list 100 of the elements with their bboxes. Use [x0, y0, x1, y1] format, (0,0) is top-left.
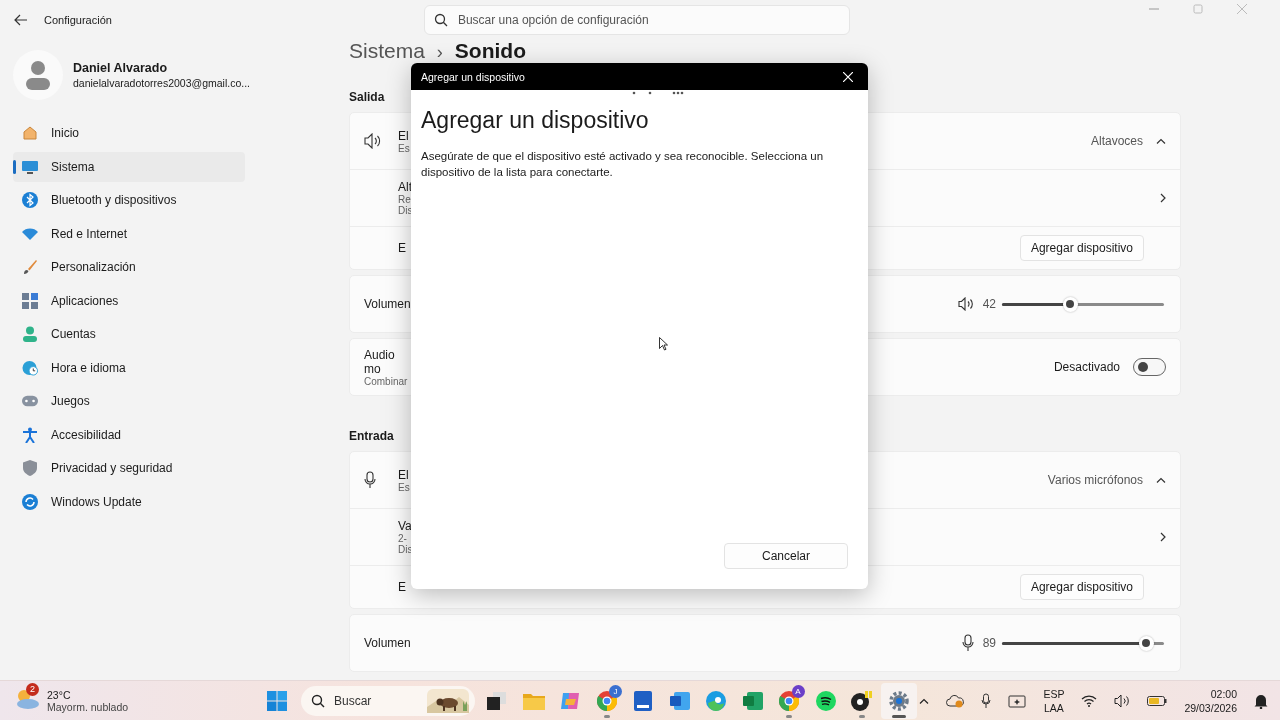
taskbar-app[interactable]: J: [588, 682, 625, 719]
profile-badge: J: [609, 684, 622, 698]
cancel-button[interactable]: Cancelar: [724, 543, 848, 569]
sidebar-item[interactable]: Red e Internet: [13, 218, 245, 249]
dialog-heading: Agregar un dispositivo: [421, 107, 650, 134]
sidebar-item[interactable]: Privacidad y seguridad: [13, 453, 245, 483]
setting-title: Audio mo: [364, 347, 396, 376]
setting-title: E: [398, 241, 407, 255]
settings-icon: [888, 690, 909, 711]
page-title: Sonido: [454, 40, 526, 62]
chevron-icon[interactable]: [1156, 138, 1166, 144]
setting-title: Volumen: [364, 297, 412, 311]
user-email: danielalvaradotorres2003@gmail.co...: [73, 77, 250, 89]
edge-icon: [706, 690, 727, 711]
sidebar-item[interactable]: Sistema: [13, 151, 245, 182]
monitor-icon: [22, 159, 38, 174]
notification-badge: 2: [26, 682, 39, 696]
chevron-icon[interactable]: [1156, 477, 1166, 483]
battery-icon[interactable]: [1147, 695, 1168, 706]
search-icon: [311, 693, 325, 708]
windows-start-icon[interactable]: [267, 690, 287, 711]
toggle-state: Desactivado: [1053, 360, 1120, 374]
section-heading: Entrada: [349, 429, 394, 443]
task-view-icon: [487, 691, 508, 710]
sidebar-item[interactable]: Personalización: [13, 252, 245, 282]
weather-description: Mayorm. nublado: [47, 700, 129, 713]
shield-icon: [22, 460, 38, 476]
sidebar-item[interactable]: Bluetooth y dispositivos: [13, 185, 245, 215]
device-name: Altavoces: [1090, 134, 1143, 148]
input-language[interactable]: ESP LAA: [1043, 686, 1065, 715]
add-device-button[interactable]: Agregar dispositivo: [1019, 235, 1144, 261]
recorder-icon: [851, 690, 874, 711]
device-name: Varios micrófonos: [1047, 473, 1143, 487]
sidebar-item[interactable]: Aplicaciones: [13, 285, 245, 316]
window-title: Configuración: [44, 14, 112, 26]
speaker-icon: [957, 297, 974, 311]
volume-reading: 42: [982, 297, 996, 311]
toggle-switch[interactable]: [1133, 358, 1166, 376]
setting-title: E: [398, 580, 407, 594]
volume-slider[interactable]: [1000, 635, 1166, 651]
folder-icon: [522, 691, 545, 710]
search-icon: [433, 13, 448, 27]
spotify-icon: [815, 690, 836, 711]
sidebar-item[interactable]: Accesibilidad: [13, 419, 245, 450]
chrome-icon: [596, 690, 617, 711]
setting-title: El: [398, 128, 410, 143]
update-icon: [22, 493, 38, 510]
microphone-icon: [364, 471, 376, 489]
user-name: Daniel Alvarado: [73, 61, 168, 75]
breadcrumb-separator: ›: [436, 41, 443, 63]
speaker-icon[interactable]: [1114, 693, 1131, 708]
sidebar-item[interactable]: Cuentas: [13, 319, 245, 349]
home-icon: [22, 125, 38, 141]
search-field[interactable]: Buscar una opción de configuración: [423, 5, 850, 35]
volume-reading: 89: [982, 636, 996, 650]
setting-description: Combinar: [364, 375, 409, 387]
bluetooth-icon: [22, 192, 38, 208]
person-icon: [22, 326, 38, 342]
setting-title: Volumen: [364, 636, 412, 650]
setting-description: Es: [398, 142, 411, 154]
app-tile-icon: [634, 690, 653, 711]
wifi-icon[interactable]: [1081, 694, 1098, 707]
chevron-right-icon[interactable]: [1160, 193, 1166, 203]
volume-slider[interactable]: [1000, 296, 1166, 312]
back-arrow-icon[interactable]: [14, 14, 28, 26]
speaker-icon: [364, 133, 382, 149]
accessibility-icon: [22, 426, 38, 443]
gamepad-icon: [22, 395, 38, 407]
chevron-up-icon[interactable]: [919, 697, 930, 704]
setting-title: El: [398, 467, 410, 482]
sidebar-item[interactable]: Windows Update: [13, 486, 245, 517]
sidebar-item[interactable]: Hora e idioma: [13, 352, 245, 383]
page-title[interactable]: Sistema: [349, 40, 425, 62]
globe-clock-icon: [22, 359, 38, 376]
chrome-icon: [779, 690, 800, 711]
cloud-icon[interactable]: [946, 693, 965, 708]
taskbar-app[interactable]: [880, 682, 917, 719]
chevron-right-icon[interactable]: [1160, 532, 1166, 542]
notification-bell-icon[interactable]: [1254, 692, 1268, 709]
wifi-icon: [22, 227, 38, 240]
add-device-button[interactable]: Agregar dispositivo: [1019, 574, 1144, 600]
setting-title: Alt: [398, 180, 413, 194]
dialog-title: Agregar un dispositivo: [421, 70, 525, 83]
clock[interactable]: 02:00 29/03/2026: [1184, 686, 1237, 715]
screen-sparkle-icon[interactable]: [1008, 693, 1027, 708]
microphone-icon[interactable]: [981, 692, 992, 709]
cursor-icon: [659, 337, 668, 351]
profile-badge: A: [791, 684, 805, 698]
spreadsheet-icon: [742, 691, 763, 710]
sidebar-item[interactable]: Juegos: [13, 386, 245, 416]
brush-icon: [22, 259, 38, 275]
setting-description: Re: [398, 194, 412, 205]
taskbar-app[interactable]: A: [771, 682, 808, 719]
temperature: 23°C: [47, 688, 72, 701]
setting-title: Va: [398, 519, 413, 533]
apps-icon: [22, 292, 38, 309]
setting-description: 2-: [398, 533, 408, 544]
document-icon: [669, 691, 690, 710]
sidebar-item[interactable]: Inicio: [13, 118, 245, 148]
section-heading: Salida: [349, 90, 385, 104]
